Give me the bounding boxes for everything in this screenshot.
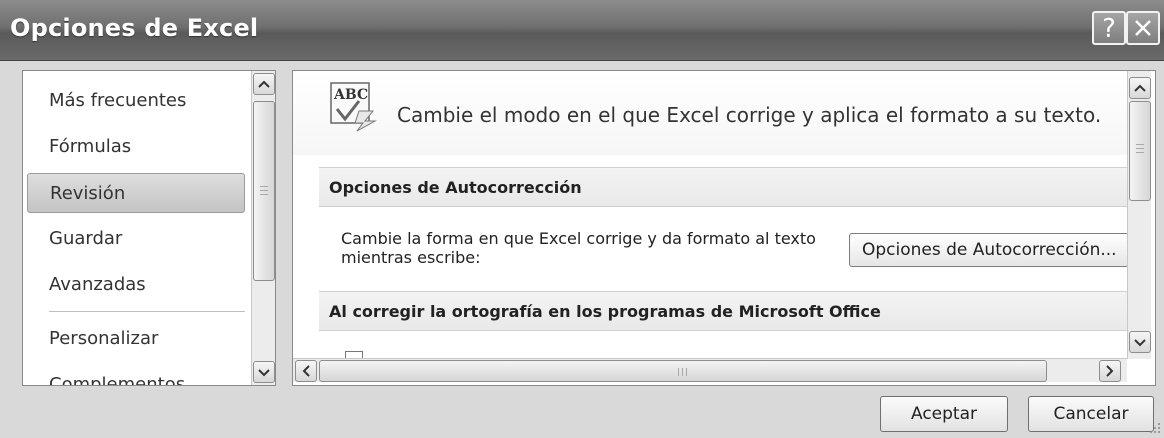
grip-line: [1136, 144, 1144, 145]
horizontal-scroll-thumb[interactable]: [319, 360, 1047, 382]
grip-line: [1136, 152, 1144, 153]
chevron-up-icon: [1134, 84, 1146, 92]
category-divider: [49, 311, 245, 312]
category-scrollbar[interactable]: [251, 71, 275, 385]
chevron-down-icon: [258, 369, 270, 377]
category-item-formulas[interactable]: Fórmulas: [27, 127, 245, 167]
section-header-spelling: Al corregir la ortografía en los program…: [319, 291, 1127, 331]
resize-grip-icon[interactable]: [1150, 420, 1162, 434]
abc-spellcheck-icon: ABC: [330, 82, 377, 132]
chevron-right-icon: [1106, 365, 1114, 377]
cancel-button[interactable]: Cancelar: [1028, 396, 1154, 432]
scroll-down-button[interactable]: [1129, 331, 1151, 353]
scroll-right-button[interactable]: [1099, 360, 1121, 382]
scroll-left-button[interactable]: [295, 360, 317, 382]
header-banner: ABC Cambie el modo en el que Excel corri…: [293, 71, 1127, 155]
grip-line: [1136, 148, 1144, 149]
grip-line: [682, 368, 683, 376]
grip-line: [678, 368, 679, 376]
svg-text:ABC: ABC: [333, 87, 368, 103]
grip-line: [686, 368, 687, 376]
grip-line: [260, 190, 268, 191]
help-button[interactable]: ?: [1092, 11, 1126, 45]
section-header-autocorrect: Opciones de Autocorrección: [319, 167, 1127, 207]
page-description: Cambie el modo en el que Excel corrige y…: [397, 103, 1102, 127]
chevron-down-icon: [1134, 339, 1146, 347]
ok-button[interactable]: Aceptar: [880, 396, 1008, 432]
category-item-avanzadas[interactable]: Avanzadas: [27, 265, 245, 305]
autocorrect-options-button[interactable]: Opciones de Autocorrección...: [849, 233, 1129, 267]
close-button[interactable]: [1126, 11, 1160, 45]
scroll-up-button[interactable]: [253, 73, 275, 95]
grip-line: [260, 194, 268, 195]
options-content: ABC Cambie el modo en el que Excel corri…: [292, 70, 1156, 386]
scroll-up-button[interactable]: [1129, 77, 1151, 99]
content-vertical-scrollbar[interactable]: [1127, 71, 1151, 359]
scroll-thumb[interactable]: [1129, 101, 1151, 201]
autocorrect-description: Cambie la forma en que Excel corrige y d…: [341, 229, 816, 267]
close-icon: [1135, 20, 1151, 36]
category-item-complementos[interactable]: Complementos: [27, 365, 245, 385]
chevron-left-icon: [302, 365, 310, 377]
category-item-mas-frecuentes[interactable]: Más frecuentes: [27, 81, 245, 121]
scroll-down-button[interactable]: [253, 361, 275, 383]
category-item-guardar[interactable]: Guardar: [27, 219, 245, 259]
help-icon: ?: [1102, 14, 1116, 44]
grip-line: [260, 186, 268, 187]
category-item-personalizar[interactable]: Personalizar: [27, 319, 245, 359]
scroll-thumb[interactable]: [253, 101, 275, 281]
category-item-revision[interactable]: Revisión: [27, 173, 245, 213]
content-horizontal-scrollbar[interactable]: [293, 358, 1127, 382]
chevron-up-icon: [258, 80, 270, 88]
category-list: Más frecuentes Fórmulas Revisión Guardar…: [22, 70, 276, 386]
window-title: Opciones de Excel: [10, 14, 259, 42]
title-bar: Opciones de Excel ?: [0, 0, 1164, 61]
